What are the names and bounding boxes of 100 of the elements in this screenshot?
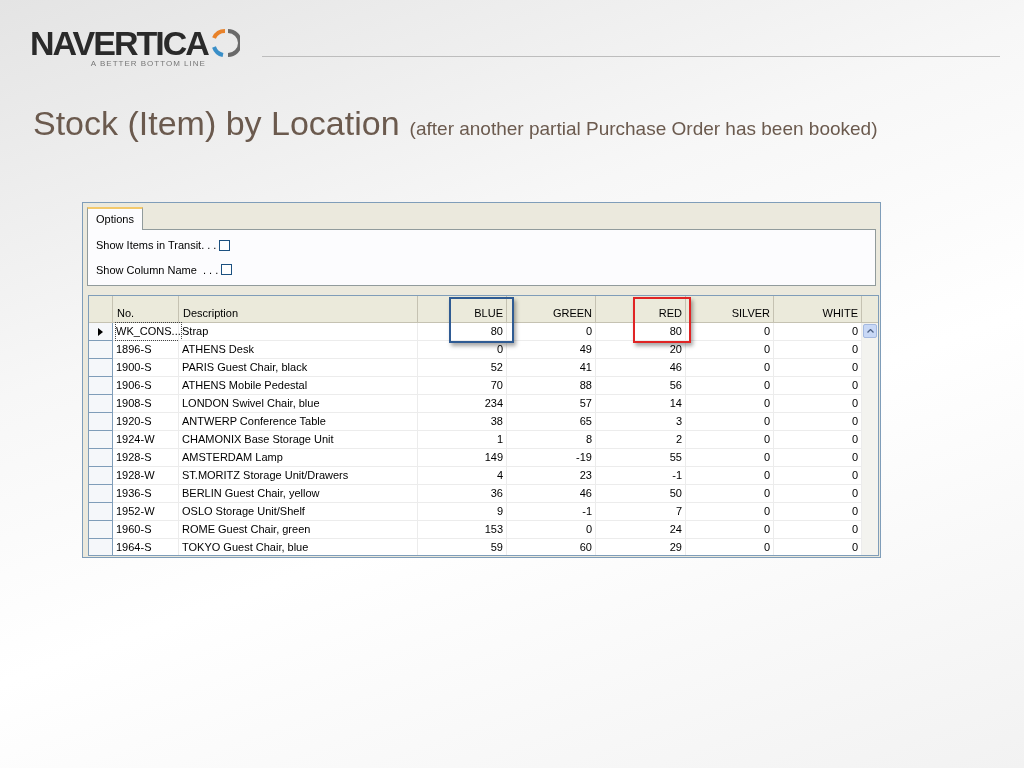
table-cell-text: 29 <box>669 540 682 555</box>
table-cell-text: CHAMONIX Base Storage Unit <box>182 432 334 448</box>
table-cell-text: 0 <box>763 540 770 555</box>
table-cell-text: 20 <box>669 342 682 358</box>
table-cell-text: 0 <box>851 504 858 520</box>
table-cell-text: 0 <box>851 324 858 340</box>
caret-up-icon <box>866 329 874 333</box>
table-cell-text: -1 <box>582 504 592 520</box>
table-cell-text: Strap <box>182 324 209 340</box>
table-cell-text: 0 <box>851 486 858 502</box>
table-cell-text: 0 <box>763 522 770 538</box>
table-cell-text: 0 <box>851 468 858 484</box>
column-header[interactable]: No. <box>113 296 179 323</box>
table-cell-text: 80 <box>669 324 682 340</box>
table-cell-text: 0 <box>763 504 770 520</box>
table-cell-text: 0 <box>851 378 858 394</box>
table-cell-text: 0 <box>585 324 592 340</box>
row-selector[interactable] <box>89 323 113 341</box>
table-cell-text: 24 <box>669 522 682 538</box>
table-cell-text: 1952-W <box>116 504 155 520</box>
table-cell-text: 0 <box>496 342 503 358</box>
table-cell-text: 46 <box>669 360 682 376</box>
column-header[interactable]: Description <box>179 296 418 323</box>
table-cell-text: 0 <box>763 432 770 448</box>
table-cell-text: 1924-W <box>116 432 155 448</box>
slide-title: Stock (Item) by Location <box>33 103 400 144</box>
table-cell-text: 0 <box>851 450 858 466</box>
option-checkbox[interactable] <box>219 239 231 251</box>
table-cell-text: 41 <box>579 360 592 376</box>
options-tab[interactable]: Options <box>87 207 143 230</box>
table-cell-text: ANTWERP Conference Table <box>182 414 326 430</box>
table-cell-text: 36 <box>490 486 503 502</box>
table-cell-text: 70 <box>490 378 503 394</box>
table-cell-text: 14 <box>669 396 682 412</box>
table-cell-text: 0 <box>851 522 858 538</box>
column-header[interactable]: BLUE <box>418 296 507 323</box>
table-cell-text: 1908-S <box>116 396 152 412</box>
slide-subtitle: (after another partial Purchase Order has been booked) <box>409 117 878 141</box>
table-cell-text: 0 <box>585 522 592 538</box>
table-cell-text: 59 <box>490 540 503 555</box>
table-cell-text: 0 <box>851 360 858 376</box>
table-cell-text: 1964-S <box>116 540 152 555</box>
table-cell-text: 49 <box>579 342 592 358</box>
table-cell-text: ATHENS Mobile Pedestal <box>182 378 308 394</box>
table-cell-text: 149 <box>484 450 503 466</box>
table-cell-text: ROME Guest Chair, green <box>182 522 311 538</box>
vertical-scrollbar[interactable] <box>862 323 878 555</box>
table-cell-text: 1900-S <box>116 360 152 376</box>
table-cell-text: 8 <box>585 432 592 448</box>
table-cell-text: 0 <box>763 486 770 502</box>
option-checkbox[interactable] <box>221 264 233 276</box>
table-cell-text: 60 <box>579 540 592 555</box>
table-cell-text: 57 <box>579 396 592 412</box>
table-cell-text: 153 <box>484 522 503 538</box>
table-cell-text: 0 <box>763 360 770 376</box>
table-cell-text: 9 <box>496 504 503 520</box>
table-cell-text: 80 <box>490 324 503 340</box>
table-cell-text: 1928-S <box>116 450 152 466</box>
table-cell-text: 7 <box>675 504 682 520</box>
table-cell-text: AMSTERDAM Lamp <box>182 450 283 466</box>
table-cell-text: 55 <box>669 450 682 466</box>
option-label: Show Items in Transit. . . <box>96 238 217 253</box>
table-cell-text: 23 <box>579 468 592 484</box>
table-cell-text: 0 <box>851 396 858 412</box>
table-cell-text: 46 <box>579 486 592 502</box>
table-cell-text: 4 <box>496 468 503 484</box>
table-cell-text: -1 <box>672 468 682 484</box>
table-cell-text: 0 <box>763 468 770 484</box>
logo-ring-icon <box>209 28 240 58</box>
column-header[interactable]: RED <box>596 296 686 323</box>
table-cell-text: ST.MORITZ Storage Unit/Drawers <box>182 468 349 484</box>
table-cell-text: 0 <box>851 342 858 358</box>
table-cell-text: LONDON Swivel Chair, blue <box>182 396 320 412</box>
column-header[interactable]: GREEN <box>507 296 596 323</box>
table-cell-text: 0 <box>763 342 770 358</box>
table-cell-text: 2 <box>675 432 682 448</box>
table-cell-text: OSLO Storage Unit/Shelf <box>182 504 305 520</box>
table-cell-text: 0 <box>851 540 858 555</box>
table-cell-text: 1920-S <box>116 414 152 430</box>
table-cell-text: 1906-S <box>116 378 152 394</box>
table-cell-text: 38 <box>490 414 503 430</box>
table-cell-text: 0 <box>763 324 770 340</box>
scroll-up-button[interactable] <box>863 324 877 338</box>
table-cell-text: 1896-S <box>116 342 152 358</box>
table-cell-text: 0 <box>763 396 770 412</box>
table-cell-text: 0 <box>851 432 858 448</box>
table-cell-text: 56 <box>669 378 682 394</box>
table-cell-text: -19 <box>576 450 592 466</box>
table-cell-text: 1 <box>496 432 503 448</box>
table-cell-text: 65 <box>579 414 592 430</box>
table-cell-text: 0 <box>851 414 858 430</box>
table-cell-text: 50 <box>669 486 682 502</box>
table-cell-text: 88 <box>579 378 592 394</box>
table-cell-text: BERLIN Guest Chair, yellow <box>182 486 320 502</box>
logo-tagline: A BETTER BOTTOM LINE <box>90 58 206 70</box>
column-header[interactable]: WHITE <box>774 296 862 323</box>
table-cell-text: 52 <box>490 360 503 376</box>
column-header[interactable]: SILVER <box>686 296 774 323</box>
table-cell: WK_CONS... <box>116 323 181 340</box>
table-cell-text: PARIS Guest Chair, black <box>182 360 308 376</box>
